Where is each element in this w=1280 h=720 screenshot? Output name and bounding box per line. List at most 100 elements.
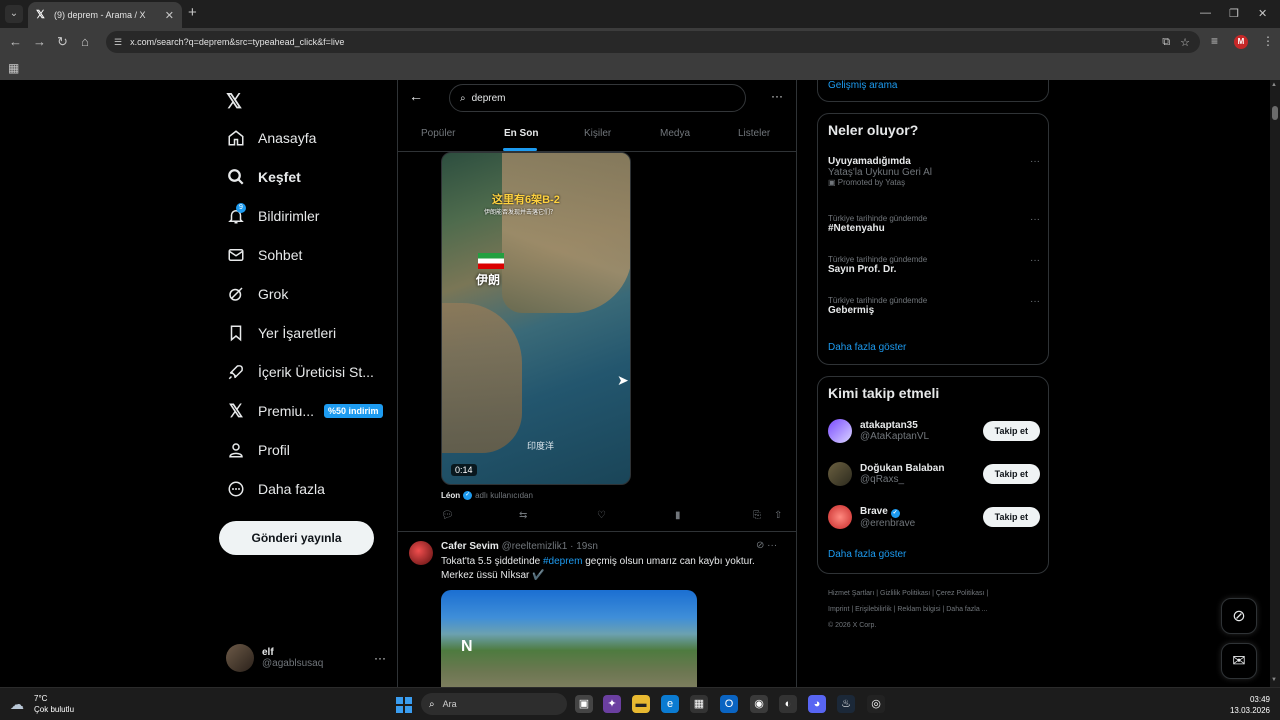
tweet-video[interactable]: 这里有6架B-2 伊朗能否发现并击落它们？ 伊朗 印度洋 0:14 <box>441 152 631 485</box>
store-icon[interactable]: ▦ <box>690 695 708 713</box>
outlook-icon[interactable]: O <box>720 695 738 713</box>
discord-icon[interactable]: ◕ <box>808 695 826 713</box>
messages-fab-icon[interactable]: ✉ <box>1221 643 1257 679</box>
back-button[interactable]: ← <box>9 34 22 50</box>
tab-people[interactable]: Kişiler <box>584 128 611 139</box>
new-tab-button[interactable]: + <box>188 5 197 21</box>
site-info-icon[interactable]: ☰ <box>114 37 122 48</box>
post-button[interactable]: Gönderi yayınla <box>219 521 374 555</box>
tab-media[interactable]: Medya <box>660 128 690 139</box>
menu-icon[interactable]: ⋮ <box>1262 34 1274 48</box>
taskbar-search[interactable]: ⌕ Ara <box>421 693 567 715</box>
views-icon[interactable]: ▮ <box>675 510 681 521</box>
follow-show-more-link[interactable]: Daha fazla göster <box>828 549 906 560</box>
media-control-icon[interactable]: ≡ <box>1211 34 1218 48</box>
windows-start-icon[interactable] <box>396 697 412 713</box>
x-logo-icon[interactable]: 𝕏 <box>226 89 242 114</box>
trends-title: Neler oluyor? <box>828 122 919 138</box>
home-button[interactable]: ⌂ <box>81 34 89 50</box>
scroll-thumb[interactable] <box>1272 106 1278 120</box>
app-icon[interactable]: ◎ <box>867 695 885 713</box>
apps-grid-icon[interactable]: ▦ <box>8 61 19 75</box>
system-clock[interactable]: 03:49 13.03.2026 <box>1230 694 1270 716</box>
forward-button[interactable]: → <box>33 34 46 50</box>
back-arrow-icon[interactable]: ← <box>409 88 423 104</box>
share-icon[interactable]: ⇧ <box>774 510 782 521</box>
cloud-icon[interactable]: ☁ <box>10 696 24 713</box>
windows-taskbar: ☁ 7°C Çok bulutlu ⌕ Ara ▣ ✦ ▬ e ▦ O ◉ ◐ … <box>0 687 1280 720</box>
nav-more[interactable]: Daha fazla <box>226 475 325 503</box>
minimize-button[interactable]: — <box>1200 7 1211 19</box>
bookmark-icon[interactable]: ⎘ <box>753 510 761 521</box>
search-input[interactable]: ⌕ deprem <box>449 84 746 112</box>
maximize-button[interactable]: ❐ <box>1229 7 1239 20</box>
scroll-up-icon[interactable]: ▲ <box>1271 82 1277 88</box>
nav-messages[interactable]: Sohbet <box>226 241 302 269</box>
nav-home[interactable]: Anasayfa <box>226 124 316 152</box>
avatar[interactable] <box>409 541 433 565</box>
tab-lists[interactable]: Listeler <box>738 128 770 139</box>
follow-suggestion[interactable]: Brave ✓ @erenbrave Takip et <box>828 502 1040 532</box>
trends-show-more-link[interactable]: Daha fazla göster <box>828 342 906 353</box>
trend-item[interactable]: Uyuyamadığımda Yataş'la Uykunu Geri Al ▣… <box>828 156 1040 187</box>
nav-bookmarks[interactable]: Yer İşaretleri <box>226 319 336 347</box>
tweet-image[interactable]: N <box>441 590 697 687</box>
more-dots-icon[interactable]: ··· <box>771 89 783 103</box>
tab-latest[interactable]: En Son <box>504 128 538 139</box>
footer-links: Hizmet Şartları | Gizlilik Politikası | … <box>828 590 989 629</box>
tweet-time[interactable]: · 19sn <box>570 541 598 552</box>
grok-fab-icon[interactable]: ⊘ <box>1221 598 1257 634</box>
close-window-button[interactable]: ✕ <box>1258 7 1267 20</box>
app-icon[interactable]: ◐ <box>779 695 797 713</box>
reply-icon[interactable]: 💬︎ <box>441 510 454 521</box>
nav-profile[interactable]: Profil <box>226 436 290 464</box>
address-bar[interactable]: ☰ x.com/search?q=deprem&src=typeahead_cl… <box>106 31 1200 53</box>
retweet-icon[interactable]: ⇆ <box>519 510 527 521</box>
profile-avatar[interactable]: M <box>1234 35 1248 49</box>
trend-item[interactable]: Türkiye tarihinde gündemde Gebermiş ··· <box>828 296 1040 316</box>
nav-grok[interactable]: Grok <box>226 280 288 308</box>
weather-temp[interactable]: 7°C <box>34 694 47 703</box>
more-dots-icon[interactable]: ··· <box>1030 255 1040 266</box>
notification-count-badge: 9 <box>236 203 246 213</box>
follow-button[interactable]: Takip et <box>982 421 1040 441</box>
follow-button[interactable]: Takip et <box>982 507 1040 527</box>
task-view-icon[interactable]: ▣ <box>575 695 593 713</box>
scroll-down-icon[interactable]: ▼ <box>1271 677 1277 683</box>
edge-icon[interactable]: e <box>661 695 679 713</box>
tweet-author-handle[interactable]: @reeltemizlik1 <box>502 541 568 552</box>
cast-icon[interactable]: ⧉ <box>1162 36 1170 49</box>
account-switcher[interactable]: elf @agablsusaq ··· <box>226 643 386 673</box>
advanced-search-link[interactable]: Gelişmiş arama <box>828 80 897 91</box>
browser-tab[interactable]: 𝕏 (9) deprem - Arama / X ✕ <box>28 2 182 28</box>
nav-premium[interactable]: 𝕏 Premiu... %50 indirim <box>226 397 383 425</box>
more-dots-icon[interactable]: ··· <box>1030 156 1040 167</box>
tweet-author-name[interactable]: Cafer Sevim <box>441 541 499 552</box>
tab-popular[interactable]: Popüler <box>421 128 455 139</box>
bookmark-star-icon[interactable]: ☆ <box>1180 36 1190 49</box>
trend-item[interactable]: Türkiye tarihinde gündemde Sayın Prof. D… <box>828 255 1040 275</box>
hashtag-link[interactable]: #deprem <box>543 556 582 567</box>
trend-item[interactable]: Türkiye tarihinde gündemde #Netenyahu ··… <box>828 214 1040 234</box>
more-dots-icon[interactable]: ··· <box>1030 214 1040 225</box>
credit-name[interactable]: Léon <box>441 491 460 500</box>
reload-button[interactable]: ↻ <box>57 34 68 50</box>
more-dots-icon[interactable]: ··· <box>1030 296 1040 307</box>
follow-suggestion[interactable]: Doğukan Balaban @qRaxs_ Takip et <box>828 459 1040 489</box>
tab-list-button[interactable]: ⌄ <box>5 5 23 23</box>
like-icon[interactable]: ♡ <box>597 510 606 521</box>
nav-notifications[interactable]: 9 Bildirimler <box>226 202 319 230</box>
page-scrollbar[interactable]: ▲ ▼ <box>1270 80 1280 687</box>
chrome-icon[interactable]: ◉ <box>750 695 768 713</box>
close-tab-icon[interactable]: ✕ <box>165 9 174 22</box>
more-dots-icon[interactable]: ··· <box>374 651 386 665</box>
follow-button[interactable]: Takip et <box>982 464 1040 484</box>
weather-desc[interactable]: Çok bulutlu <box>34 705 74 714</box>
follow-suggestion[interactable]: atakaptan35 @AtaKaptanVL Takip et <box>828 416 1040 446</box>
nav-creator-studio[interactable]: İçerik Üreticisi St... <box>226 358 374 386</box>
nav-explore[interactable]: Keşfet <box>226 163 301 191</box>
grok-icon[interactable]: ⊘ ··· <box>756 540 777 551</box>
file-explorer-icon[interactable]: ▬ <box>632 695 650 713</box>
copilot-icon[interactable]: ✦ <box>603 695 621 713</box>
steam-icon[interactable]: ♨ <box>837 695 855 713</box>
